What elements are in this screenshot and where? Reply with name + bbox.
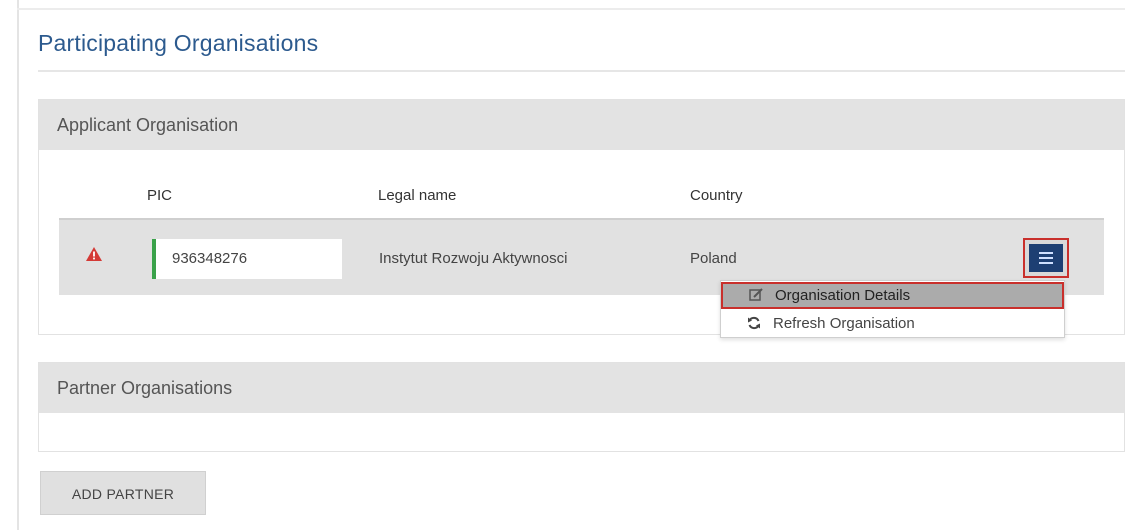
refresh-icon: [748, 316, 760, 330]
row-actions-dropdown: Organisation Details Refresh Organisatio…: [720, 280, 1065, 338]
partner-organisations-header: Partner Organisations: [39, 363, 1124, 413]
left-border: [17, 0, 19, 530]
country-cell: Poland: [690, 250, 737, 267]
row-actions-menu-button[interactable]: [1023, 238, 1069, 278]
partner-organisations-panel: Partner Organisations: [38, 362, 1125, 452]
column-header-pic: PIC: [147, 187, 173, 204]
menu-list-icon: [1029, 244, 1063, 272]
column-header-country: Country: [690, 187, 743, 204]
column-header-legal-name: Legal name: [378, 187, 457, 204]
applicant-organisation-header: Applicant Organisation: [39, 100, 1124, 150]
add-partner-button[interactable]: ADD PARTNER: [40, 471, 206, 515]
legal-name-cell: Instytut Rozwoju Aktywnosci: [379, 250, 568, 267]
pic-field[interactable]: 936348276: [152, 239, 342, 279]
title-divider: [38, 70, 1125, 72]
top-border: [17, 8, 1125, 10]
edit-icon: [749, 288, 763, 301]
menu-item-label: Organisation Details: [775, 287, 911, 304]
menu-item-refresh-organisation[interactable]: Refresh Organisation: [721, 310, 1064, 337]
menu-item-organisation-details[interactable]: Organisation Details: [721, 282, 1064, 309]
page-title: Participating Organisations: [38, 30, 319, 56]
menu-item-label: Refresh Organisation: [773, 315, 915, 332]
warning-triangle-icon: [86, 247, 102, 261]
pic-value: 936348276: [172, 250, 248, 267]
